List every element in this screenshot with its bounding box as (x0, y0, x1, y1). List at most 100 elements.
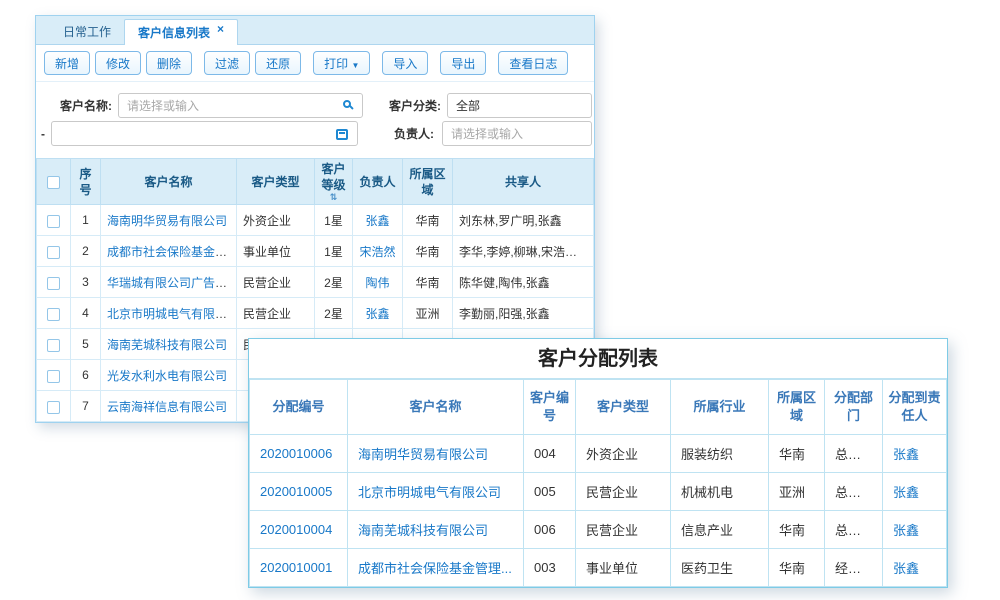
customer-name-link[interactable]: 海南明华贸易有限公司 (107, 214, 227, 228)
region-cell: 华南 (769, 511, 825, 549)
assignee-link[interactable]: 张鑫 (893, 485, 919, 500)
allocation-id-link[interactable]: 2020010005 (260, 484, 332, 499)
industry-cell: 信息产业 (671, 511, 769, 549)
customer-name-link[interactable]: 成都市社会保险基金管理... (107, 245, 237, 259)
customer-name-link[interactable]: 海南芜城科技有限公司 (107, 338, 227, 352)
toolbar: 新增 修改 删除 过滤 还原 打印 ▼ 导入 导出 查看日志 (36, 45, 594, 82)
modify-button[interactable]: 修改 (95, 51, 141, 75)
region-cell: 华南 (769, 549, 825, 587)
allocation-id-link[interactable]: 2020010006 (260, 446, 332, 461)
row-checkbox-cell (37, 391, 71, 422)
assignee-cell: 张鑫 (883, 473, 947, 511)
customer-row: 2成都市社会保险基金管理...事业单位1星宋浩然华南李华,李婷,柳琳,宋浩然,张… (37, 236, 594, 267)
industry-cell: 医药卫生 (671, 549, 769, 587)
customer-name-cell: 成都市社会保险基金管理... (101, 236, 237, 267)
assignee-cell: 张鑫 (883, 511, 947, 549)
region-cell: 亚洲 (769, 473, 825, 511)
customer-name-cell: 成都市社会保险基金管理... (348, 549, 524, 587)
customer-row: 1海南明华贸易有限公司外资企业1星张鑫华南刘东林,罗广明,张鑫 (37, 205, 594, 236)
sort-icon[interactable]: ⇅ (318, 193, 349, 202)
col-header-customer-type: 客户类型 (576, 380, 671, 435)
assignee-link[interactable]: 张鑫 (893, 523, 919, 538)
delete-button[interactable]: 删除 (146, 51, 192, 75)
owner-link[interactable]: 张鑫 (365, 307, 389, 321)
select-all-cell (37, 159, 71, 205)
customer-no-cell: 006 (524, 511, 576, 549)
customer-name-link[interactable]: 北京市明城电气有限公司 (107, 307, 237, 321)
row-checkbox[interactable] (47, 308, 60, 321)
customer-name-link[interactable]: 光发水利水电有限公司 (107, 369, 227, 383)
row-checkbox[interactable] (47, 370, 60, 383)
filter-area: 客户名称: 客户分类: 全部 - 负责人: (36, 82, 594, 158)
row-checkbox[interactable] (47, 246, 60, 259)
col-header-customer-level[interactable]: 客户等级 ⇅ (315, 159, 353, 205)
customer-no-cell: 005 (524, 473, 576, 511)
filter-button[interactable]: 过滤 (204, 51, 250, 75)
shared-people-cell: 刘东林,罗广明,张鑫 (453, 205, 594, 236)
row-checkbox[interactable] (47, 215, 60, 228)
owner-link[interactable]: 宋浩然 (359, 245, 395, 259)
customer-category-select[interactable]: 全部 (447, 93, 592, 118)
assignee-link[interactable]: 张鑫 (893, 561, 919, 576)
department-cell: 总经办 (825, 511, 883, 549)
customer-name-cell: 云南海祥信息有限公司 (101, 391, 237, 422)
customer-name-link[interactable]: 北京市明城电气有限公司 (358, 485, 501, 500)
col-header-allocation-id: 分配编号 (250, 380, 348, 435)
col-header-customer-no: 客户编号 (524, 380, 576, 435)
customer-no-cell: 004 (524, 435, 576, 473)
close-icon[interactable]: × (217, 17, 224, 41)
owner-input[interactable] (443, 122, 591, 145)
calendar-icon[interactable] (336, 129, 348, 140)
export-button[interactable]: 导出 (440, 51, 486, 75)
customer-name-link[interactable]: 华瑞城有限公司广告设计部 (107, 276, 237, 290)
row-checkbox[interactable] (47, 401, 60, 414)
assignee-link[interactable]: 张鑫 (893, 447, 919, 462)
allocation-id-link[interactable]: 2020010001 (260, 560, 332, 575)
allocation-id-link[interactable]: 2020010004 (260, 522, 332, 537)
row-checkbox-cell (37, 236, 71, 267)
print-button-label: 打印 (324, 57, 348, 71)
owner-cell: 陶伟 (353, 267, 403, 298)
col-header-customer-level-label: 客户等级 (321, 162, 345, 192)
customer-name-cell: 北京市明城电气有限公司 (101, 298, 237, 329)
owner-cell: 张鑫 (353, 298, 403, 329)
customer-type-cell: 外资企业 (576, 435, 671, 473)
customer-name-cell: 海南明华贸易有限公司 (348, 435, 524, 473)
allocation-row: 2020010005北京市明城电气有限公司005民营企业机械机电亚洲总经办张鑫 (250, 473, 947, 511)
row-checkbox-cell (37, 360, 71, 391)
restore-button[interactable]: 还原 (255, 51, 301, 75)
select-all-checkbox[interactable] (47, 176, 60, 189)
row-checkbox[interactable] (47, 339, 60, 352)
customer-name-cell: 海南芜城科技有限公司 (348, 511, 524, 549)
allocation-table: 分配编号 客户名称 客户编号 客户类型 所属行业 所属区域 分配部门 分配到责任… (249, 379, 947, 587)
col-header-dept: 分配部门 (825, 380, 883, 435)
region-cell: 华南 (403, 267, 453, 298)
customer-name-field (118, 93, 363, 118)
customer-name-link[interactable]: 海南芜城科技有限公司 (358, 523, 488, 538)
print-button[interactable]: 打印 ▼ (313, 51, 370, 75)
row-checkbox-cell (37, 267, 71, 298)
customer-name-link[interactable]: 成都市社会保险基金管理... (358, 561, 512, 576)
import-button[interactable]: 导入 (382, 51, 428, 75)
allocation-id-cell: 2020010005 (250, 473, 348, 511)
date-input[interactable] (52, 122, 357, 145)
add-button[interactable]: 新增 (44, 51, 90, 75)
tab-daily-work[interactable]: 日常工作 (50, 20, 124, 44)
owner-link[interactable]: 张鑫 (365, 214, 389, 228)
row-checkbox[interactable] (47, 277, 60, 290)
customer-type-cell: 民营企业 (576, 473, 671, 511)
customer-name-link[interactable]: 云南海祥信息有限公司 (107, 400, 227, 414)
customer-type-cell: 民营企业 (237, 267, 315, 298)
filter-row-2: - 负责人: (36, 121, 594, 146)
customer-level-cell: 2星 (315, 267, 353, 298)
customer-name-link[interactable]: 海南明华贸易有限公司 (358, 447, 488, 462)
customer-level-cell: 1星 (315, 236, 353, 267)
customer-name-input[interactable] (119, 94, 362, 117)
col-header-region: 所属区域 (769, 380, 825, 435)
view-log-button[interactable]: 查看日志 (498, 51, 568, 75)
customer-no-cell: 003 (524, 549, 576, 587)
tab-customer-info-list[interactable]: 客户信息列表 × (124, 19, 238, 45)
region-cell: 亚洲 (403, 298, 453, 329)
search-icon[interactable] (343, 100, 351, 108)
owner-link[interactable]: 陶伟 (365, 276, 389, 290)
